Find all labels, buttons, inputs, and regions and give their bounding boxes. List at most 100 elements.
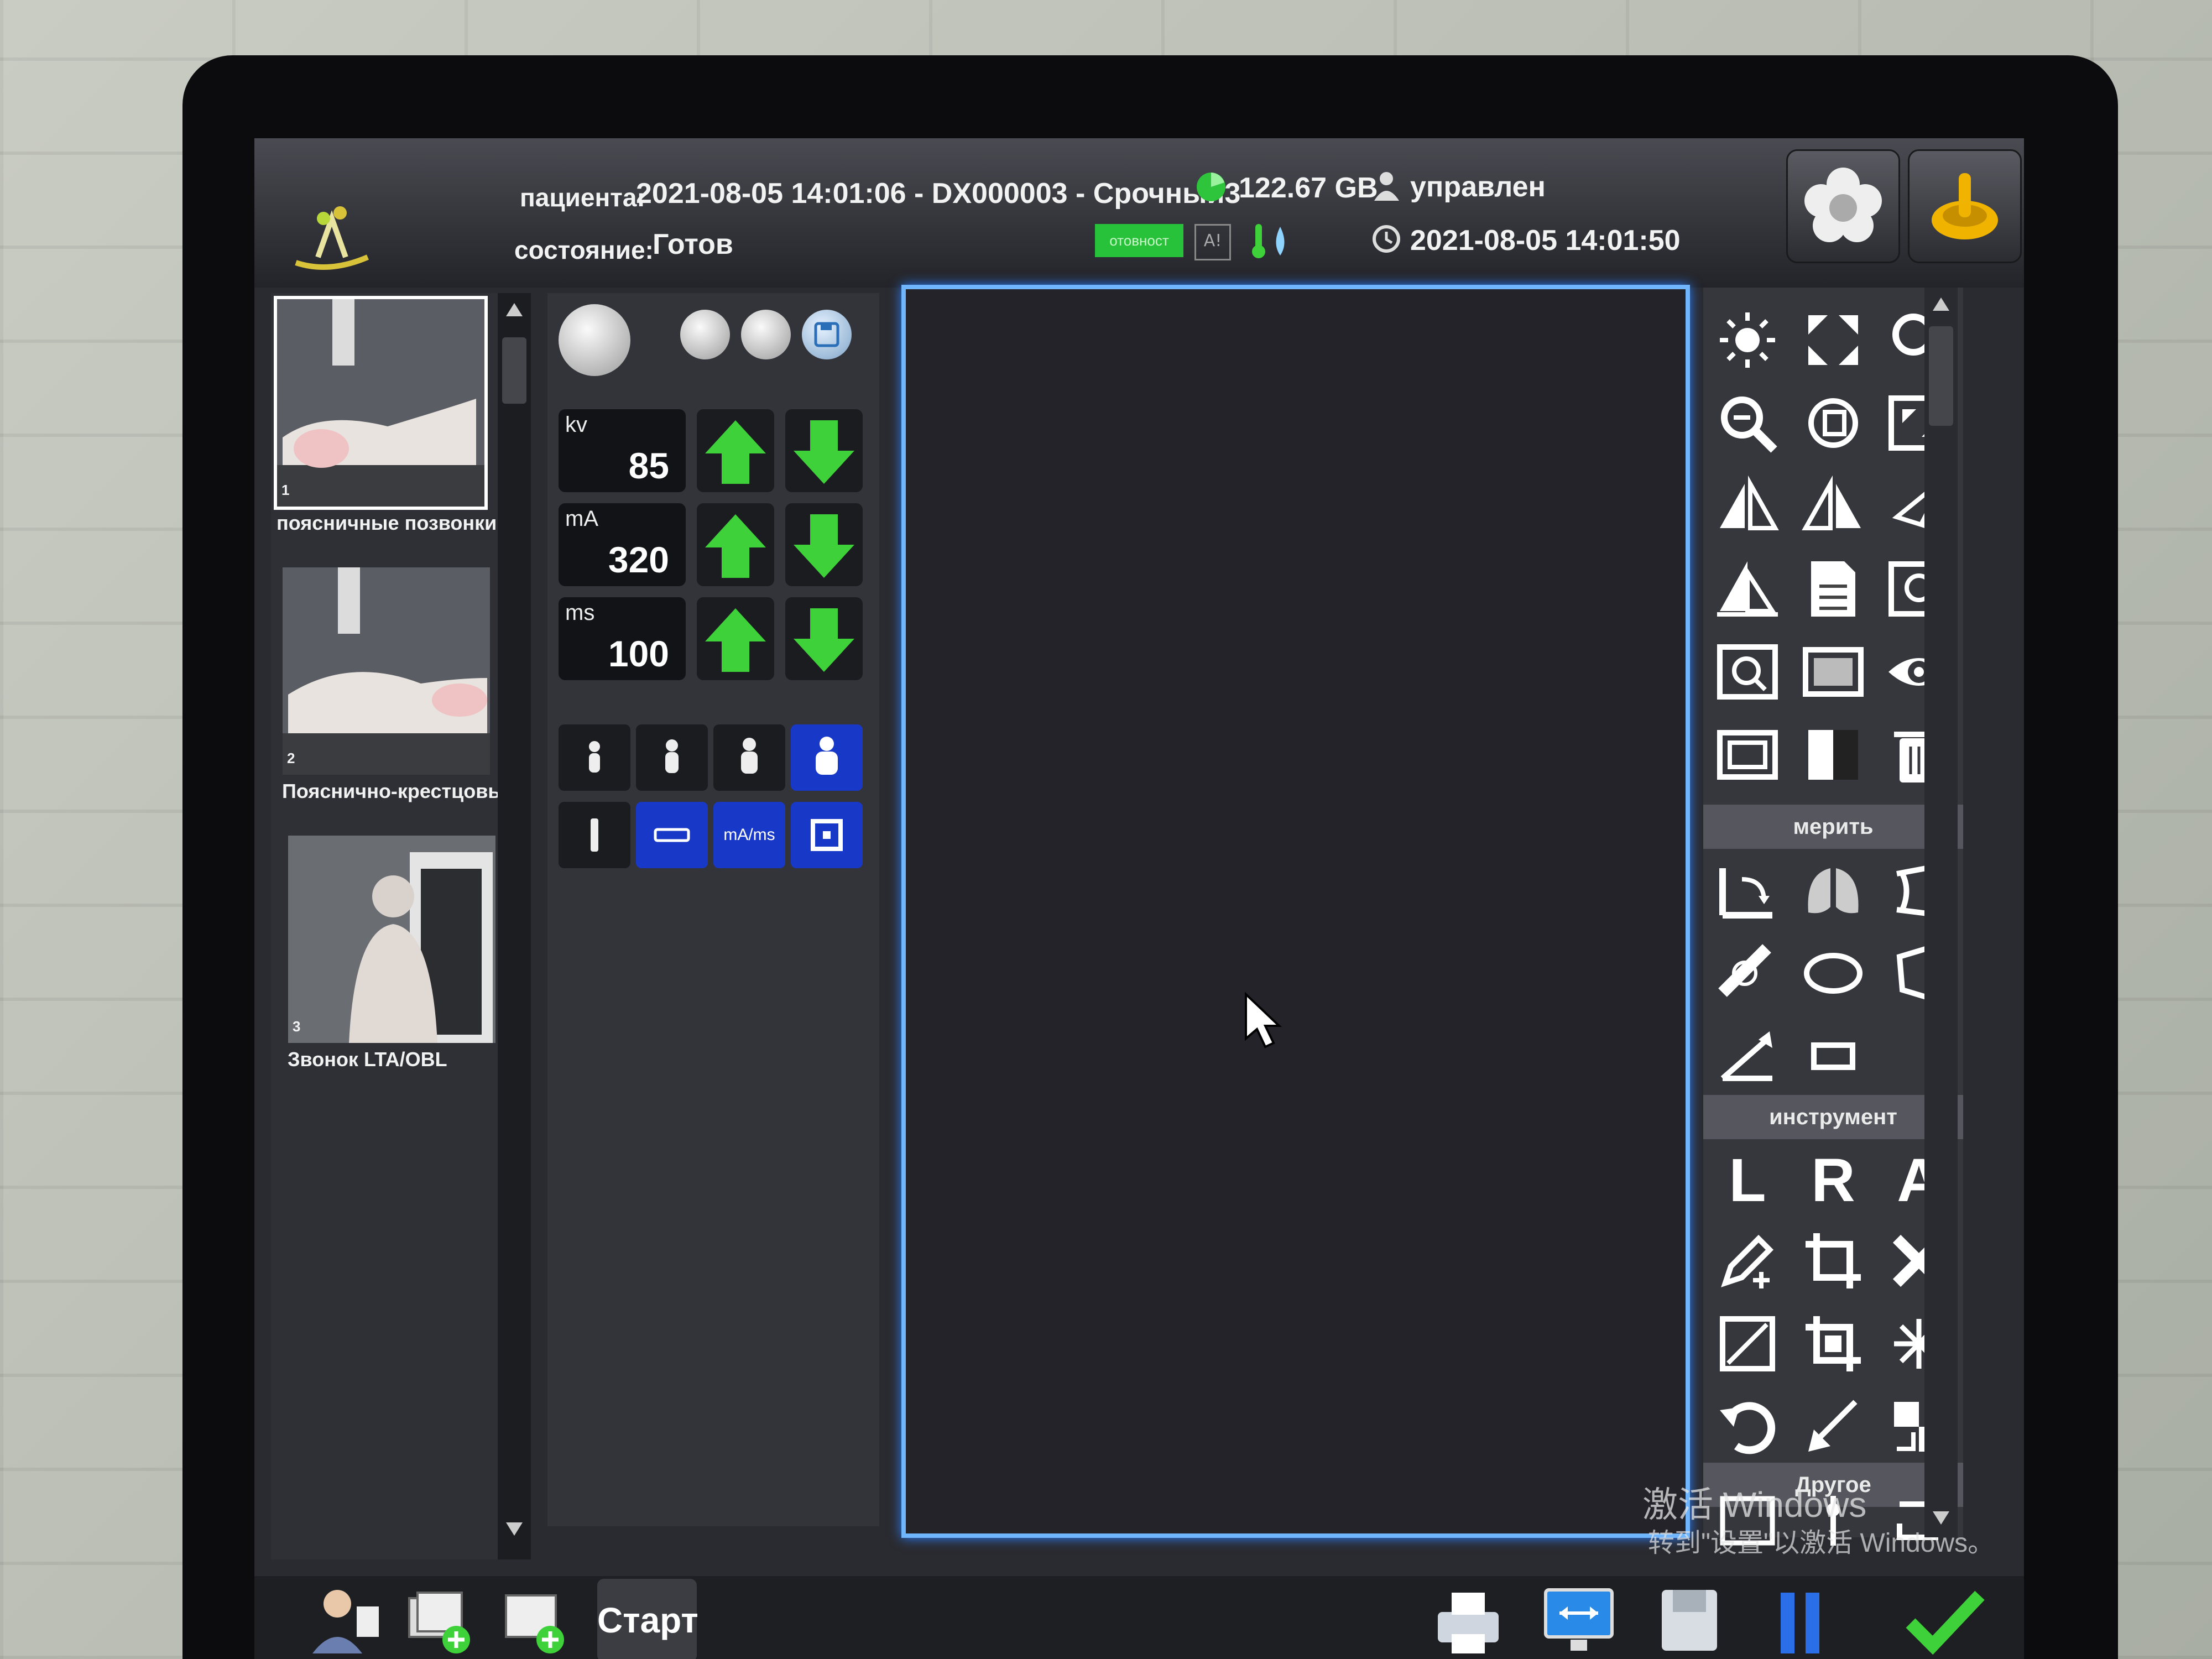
preset-button[interactable] xyxy=(741,310,791,359)
thumbnail-index: 3 xyxy=(293,1018,301,1035)
line-angle-icon[interactable] xyxy=(1714,1023,1781,1089)
brightness-icon[interactable] xyxy=(1714,307,1781,373)
tools-scrollbar[interactable] xyxy=(1924,288,1958,1537)
save-disk-icon[interactable] xyxy=(1648,1582,1731,1659)
exposure-mode-button[interactable] xyxy=(559,304,630,376)
ms-display: ms 100 xyxy=(559,597,686,680)
ms-label: ms xyxy=(565,601,595,625)
flip-horizontal-icon[interactable] xyxy=(1714,473,1781,539)
lumbosacral-patient-image xyxy=(283,567,490,775)
protocol-thumbnail-list: 1 поясничные позвонки 2 Пояснично-крестц… xyxy=(271,293,531,1559)
screen: пациента: 2021-08-05 14:01:06 - DX000003… xyxy=(254,138,2024,1659)
body-size-xlarge-button[interactable] xyxy=(791,724,863,791)
scroll-up-icon[interactable] xyxy=(1930,293,1952,315)
power-button[interactable] xyxy=(1908,149,2022,263)
detector-icon xyxy=(591,818,598,852)
add-image-icon[interactable] xyxy=(492,1582,575,1659)
ruler-icon[interactable] xyxy=(1714,940,1781,1006)
activation-watermark: 激活 Windows xyxy=(1642,1485,1867,1525)
kv-label: kv xyxy=(565,413,587,437)
aec-icon xyxy=(654,828,690,842)
roi-zoom-icon[interactable] xyxy=(1714,639,1781,705)
preset-button[interactable] xyxy=(680,310,730,359)
arrow-up-icon xyxy=(705,514,766,578)
arrow-annotation-icon[interactable] xyxy=(1800,1394,1866,1460)
annotate-pen-icon[interactable] xyxy=(1714,1228,1781,1294)
zoom-out-icon[interactable] xyxy=(1714,390,1781,456)
status-label: состояние: xyxy=(514,236,654,264)
rectangle-measure-icon[interactable] xyxy=(1800,1023,1866,1089)
ma-ms-mode-button[interactable]: mA/ms xyxy=(713,802,785,868)
ms-decrease-button[interactable] xyxy=(785,597,863,680)
confirm-checkmark-icon[interactable] xyxy=(1902,1582,1985,1659)
ms-increase-button[interactable] xyxy=(697,597,774,680)
ma-increase-button[interactable] xyxy=(697,503,774,586)
scroll-up-icon[interactable] xyxy=(503,299,525,321)
scroll-thumb[interactable] xyxy=(502,337,526,404)
patient-value: 2021-08-05 14:01:06 - DX000003 - Срочный… xyxy=(636,178,1241,210)
ellipse-measure-icon[interactable] xyxy=(1800,940,1866,1006)
fit-screen-icon[interactable] xyxy=(1800,307,1866,373)
scroll-thumb[interactable] xyxy=(1929,326,1953,426)
monitor-transfer-icon[interactable] xyxy=(1537,1582,1620,1659)
body-size-large-button[interactable] xyxy=(713,724,785,791)
rotate-image-icon[interactable] xyxy=(1800,390,1866,456)
settings-button[interactable] xyxy=(1786,149,1900,263)
person-small-icon xyxy=(589,741,600,773)
flip-vertical-icon[interactable] xyxy=(1800,473,1866,539)
ma-display: mA 320 xyxy=(559,503,686,586)
temperature-humidity-icon xyxy=(1252,224,1285,258)
kv-increase-button[interactable] xyxy=(697,409,774,492)
angle-measure-icon[interactable] xyxy=(1714,857,1781,924)
clock-icon xyxy=(1373,225,1400,253)
image-viewport[interactable] xyxy=(901,285,1690,1538)
bottom-toolbar: Старт xyxy=(254,1576,2024,1659)
aec-mode-button[interactable] xyxy=(636,802,708,868)
thumbnail-index: 2 xyxy=(287,750,295,766)
pause-icon[interactable] xyxy=(1759,1582,1841,1659)
thumbnail-scrollbar[interactable] xyxy=(498,293,531,1559)
body-size-small-button[interactable] xyxy=(559,724,630,791)
person-large-icon xyxy=(741,738,758,774)
marker-l-button[interactable]: L xyxy=(1714,1147,1781,1214)
marker-r-button[interactable]: R xyxy=(1800,1147,1866,1214)
patient-info-icon[interactable] xyxy=(304,1582,387,1659)
crop-region-icon[interactable] xyxy=(1800,1311,1866,1377)
lung-ctr-icon[interactable] xyxy=(1800,857,1866,924)
field-mode-button[interactable] xyxy=(791,802,863,868)
thumbnail-caption: поясничные позвонки xyxy=(276,512,497,534)
ma-decrease-button[interactable] xyxy=(785,503,863,586)
invert-icon[interactable] xyxy=(1714,556,1781,622)
frame-icon[interactable] xyxy=(1714,722,1781,788)
thumbnail-caption: Звонок LTA/OBL xyxy=(288,1048,447,1071)
arrow-down-icon xyxy=(794,608,854,672)
header-bar: пациента: 2021-08-05 14:01:06 - DX000003… xyxy=(254,138,2024,288)
single-view-icon[interactable] xyxy=(1800,639,1866,705)
printer-icon[interactable] xyxy=(1427,1582,1510,1659)
thumbnail-item[interactable]: 3 xyxy=(285,832,499,1046)
save-preset-button[interactable] xyxy=(802,310,852,359)
detector-button[interactable] xyxy=(559,802,630,868)
thumbnail-caption: Пояснично-крестцовы xyxy=(282,780,505,802)
current-datetime: 2021-08-05 14:01:50 xyxy=(1410,225,1681,257)
add-exam-icon[interactable] xyxy=(398,1582,481,1659)
disk-usage-icon xyxy=(1197,173,1225,201)
ma-label: mA xyxy=(565,507,598,531)
start-button[interactable]: Старт xyxy=(597,1579,698,1659)
user-status: управлен xyxy=(1410,171,1546,203)
scroll-down-icon[interactable] xyxy=(503,1518,525,1540)
window-level-icon[interactable] xyxy=(1714,1311,1781,1377)
arrow-down-icon xyxy=(794,514,854,578)
body-size-medium-button[interactable] xyxy=(636,724,708,791)
patient-label: пациента: xyxy=(520,183,645,212)
undo-rotate-icon[interactable] xyxy=(1714,1394,1781,1460)
ai-indicator: A! xyxy=(1194,224,1231,260)
report-document-icon[interactable] xyxy=(1800,556,1866,622)
contrast-icon[interactable] xyxy=(1800,722,1866,788)
arrow-up-icon xyxy=(705,608,766,672)
power-icon xyxy=(1932,173,1998,239)
thumbnail-item[interactable]: 2 xyxy=(279,564,493,778)
kv-decrease-button[interactable] xyxy=(785,409,863,492)
crop-icon[interactable] xyxy=(1800,1228,1866,1294)
thumbnail-item[interactable]: 1 xyxy=(274,296,488,510)
